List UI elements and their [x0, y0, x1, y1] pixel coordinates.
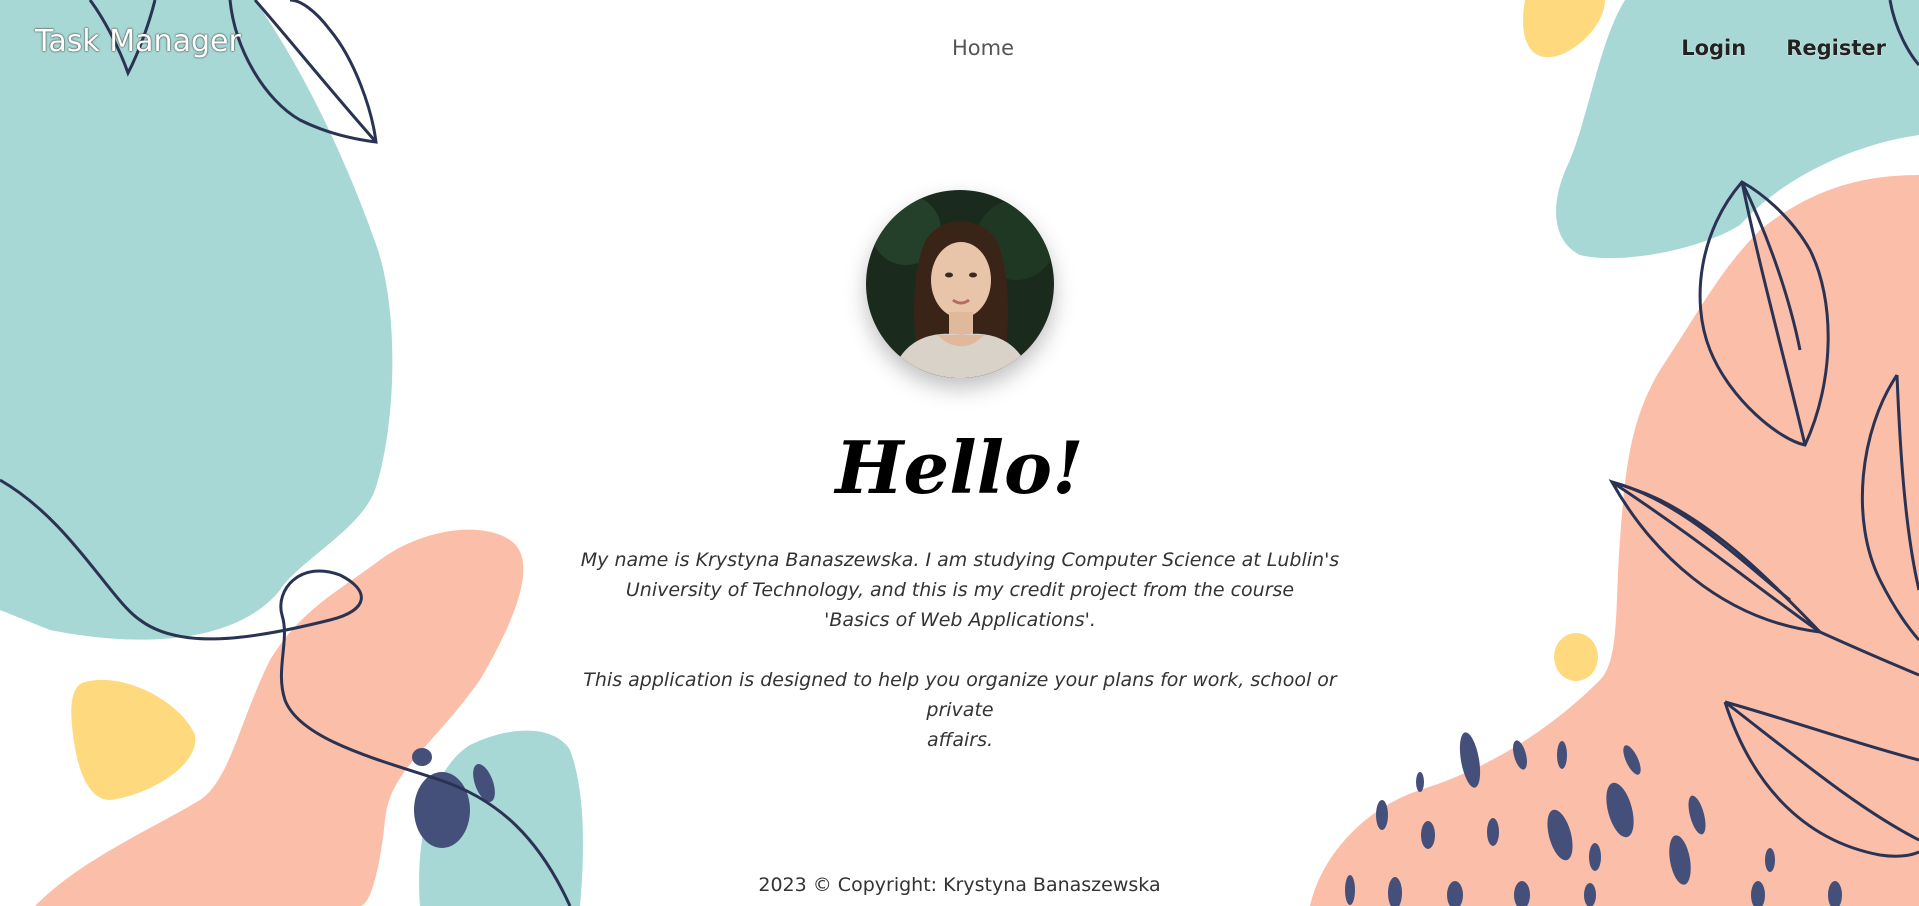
nav-home-link[interactable]: Home: [952, 36, 1014, 60]
intro-p2-line2: affairs.: [926, 729, 994, 751]
intro-p1-line1: My name is Krystyna Banaszewska. I am st…: [580, 549, 1340, 571]
auth-nav: Login Register: [1681, 36, 1886, 60]
left-yellow-blob: [71, 679, 196, 800]
hello-heading: Hello!: [835, 425, 1084, 510]
left-teal-blob: [0, 0, 393, 640]
intro-p2-line1: This application is designed to help you…: [583, 669, 1337, 721]
footer-copyright: 2023 © Copyright: Krystyna Banaszewska: [758, 874, 1161, 896]
intro-p1-line2: University of Technology, and this is my…: [625, 579, 1295, 601]
intro-p1-line3: 'Basics of Web Applications'.: [824, 609, 1096, 631]
intro-paragraph-2: This application is designed to help you…: [575, 665, 1345, 755]
brand-link[interactable]: Task Manager: [35, 24, 241, 59]
intro-paragraph-1: My name is Krystyna Banaszewska. I am st…: [575, 545, 1345, 635]
avatar: [866, 190, 1054, 378]
intro-text: My name is Krystyna Banaszewska. I am st…: [575, 545, 1345, 755]
register-link[interactable]: Register: [1786, 36, 1886, 60]
login-link[interactable]: Login: [1681, 36, 1746, 60]
